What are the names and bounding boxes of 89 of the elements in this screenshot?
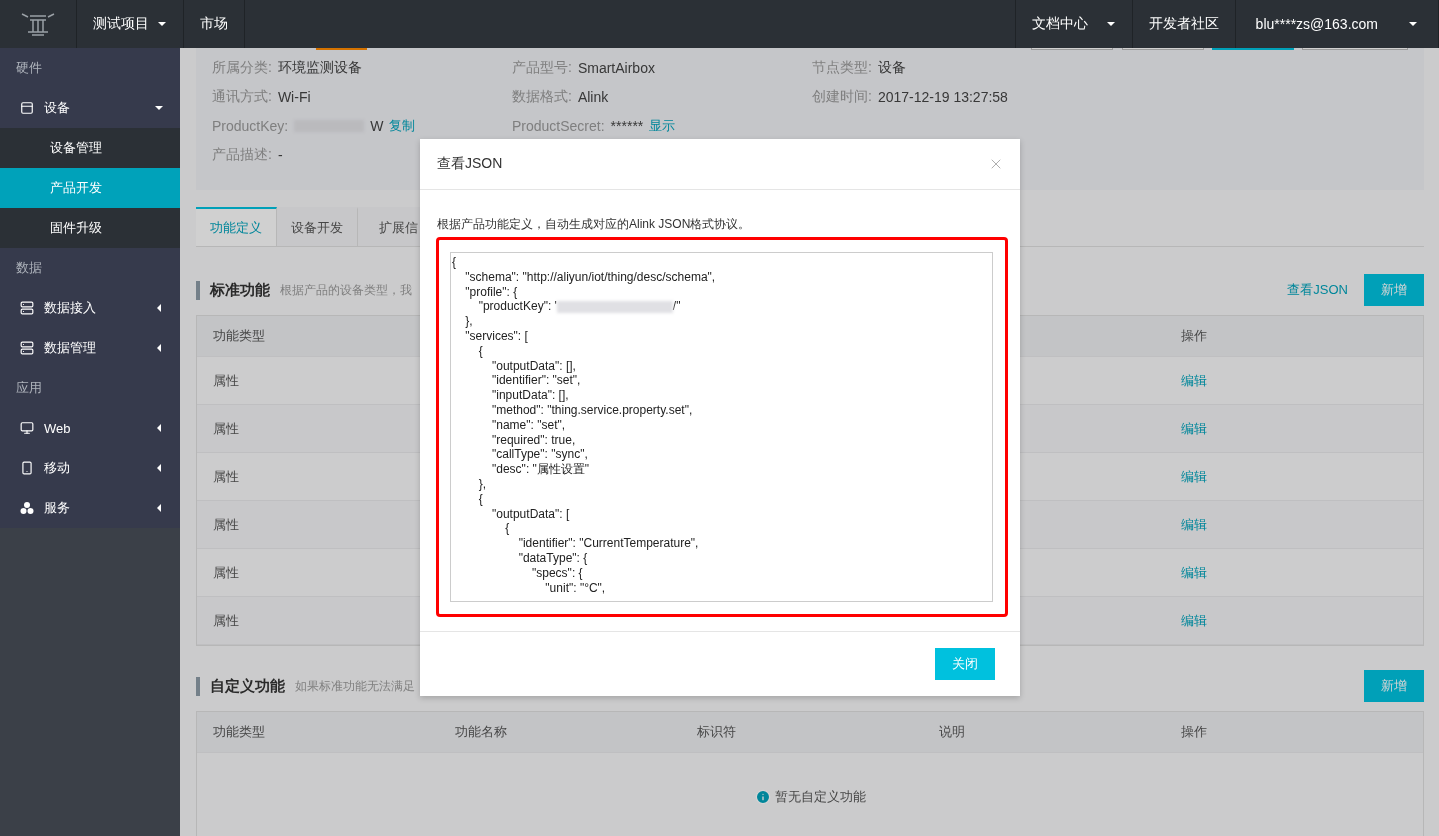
section-hint: 如果标准功能无法满足 — [295, 677, 415, 695]
sidebar-item[interactable]: 数据管理 — [0, 328, 180, 368]
sidebar-section-title: 应用 — [0, 368, 180, 408]
column-header: 说明 — [939, 723, 966, 741]
code-line: { — [477, 343, 483, 359]
table-cell-text: 属性 — [213, 419, 240, 438]
sidebar-item-label: 数据管理 — [44, 339, 96, 357]
info-value: SmartAirbox — [577, 59, 655, 76]
code-line: "outputData": [ — [491, 506, 570, 522]
table-cell-text: 属性 — [213, 371, 240, 390]
column-header: 功能类型 — [213, 327, 266, 345]
code-line: "desc": "属性设置" — [491, 462, 590, 477]
info-icon — [754, 789, 771, 805]
sidebar-item-label: 服务 — [44, 499, 70, 517]
code-line: "callType": "sync", — [491, 447, 588, 463]
sidebar-item-label: Web — [44, 420, 71, 436]
code-line: { — [504, 521, 510, 537]
column-header: 操作 — [1181, 327, 1208, 345]
code-line: }, — [477, 476, 486, 492]
code-line: "profile": { — [464, 284, 518, 300]
info-label: 创建时间: — [812, 87, 872, 106]
code-line: "productKey": ' — [477, 299, 557, 315]
info-label: 数据格式: — [512, 87, 572, 106]
code-line: "schema": "http://aliyun/iot/thing/desc/schema", — [464, 269, 716, 285]
info-value: 设备 — [877, 58, 906, 77]
logo-icon[interactable] — [20, 10, 56, 38]
code-line: "inputData": [], — [491, 388, 569, 403]
sidebar-item[interactable]: Web — [0, 408, 180, 448]
code-line: }, — [464, 314, 473, 329]
code-line: { — [477, 491, 483, 507]
dialog-description: 根据产品功能定义，自动生成对应的Alink JSON格式协议。 — [437, 216, 752, 233]
info-value: Alink — [577, 88, 609, 105]
sidebar-subitem[interactable]: 固件升级 — [0, 208, 180, 248]
section-hint: 根据产品的设备类型，我 — [280, 281, 412, 299]
info-label: 所属分类: — [212, 58, 272, 77]
code-line: "unit": "°C", — [544, 580, 606, 596]
code-line: "method": "thing.service.property.set", — [491, 402, 693, 418]
info-label: ProductKey: — [212, 117, 289, 134]
info-label: 产品型号: — [512, 58, 572, 77]
info-label: 产品描述: — [212, 145, 272, 164]
dialog-title: 查看JSON — [437, 155, 503, 173]
sidebar-subitem[interactable]: 产品开发 — [0, 168, 180, 208]
code-line: "services": [ — [464, 329, 528, 344]
info-label: 节点类型: — [812, 58, 872, 77]
info-label: 通讯方式: — [212, 87, 272, 106]
monitor-icon — [20, 421, 34, 435]
table-cell-text: 属性 — [213, 563, 240, 582]
code-line: "identifier": "CurrentTemperature", — [517, 536, 699, 551]
code-line: "specs": { — [531, 565, 583, 581]
code-line: "required": true, — [491, 432, 576, 448]
code-line: "outputData": [], — [491, 358, 576, 374]
code-line: "dataType": { — [517, 550, 588, 566]
sidebar-item-label: 移动 — [44, 459, 70, 477]
column-header: 操作 — [1181, 723, 1208, 741]
window-icon — [20, 101, 34, 115]
table-cell-text: 属性 — [213, 611, 240, 630]
section-title: 自定义功能 — [196, 676, 285, 696]
server-icon — [20, 301, 34, 315]
sidebar-item-label: 数据接入 — [44, 299, 96, 317]
code-line: { — [452, 255, 456, 270]
column-header: 标识符 — [697, 723, 737, 741]
sidebar-item-label: 设备 — [44, 99, 70, 117]
tab[interactable]: 设备开发 — [277, 207, 358, 246]
server-icon — [20, 341, 34, 355]
column-header: 功能名称 — [455, 723, 508, 741]
info-value: W — [370, 117, 384, 134]
code-line: "identifier": "set", — [491, 373, 581, 389]
info-value: 环境监测设备 — [277, 58, 362, 77]
code-line: "name": "set", — [491, 417, 566, 433]
table-cell-text: 属性 — [213, 515, 240, 534]
info-value: ****** — [610, 117, 644, 134]
sidebar-item[interactable]: 设备 — [0, 88, 180, 128]
sidebar-subitem[interactable]: 设备管理 — [0, 128, 180, 168]
empty-message: 暂无自定义功能 — [774, 788, 866, 806]
info-value: 2017-12-19 13:27:58 — [877, 88, 1008, 105]
info-label: ProductSecret: — [512, 117, 605, 134]
sidebar-item[interactable]: 移动 — [0, 448, 180, 488]
sidebar-item[interactable]: 数据接入 — [0, 288, 180, 328]
code-line: /" — [672, 299, 681, 315]
sidebar-section-title: 硬件 — [0, 48, 180, 88]
table-cell-text: 属性 — [213, 467, 240, 486]
sidebar-item[interactable]: 服务 — [0, 488, 180, 528]
phone-icon — [20, 461, 34, 475]
cluster-icon — [20, 501, 34, 515]
column-header: 功能类型 — [213, 723, 266, 741]
info-value: - — [277, 146, 283, 163]
sidebar-section-title: 数据 — [0, 248, 180, 288]
section-title: 标准功能 — [196, 280, 270, 300]
info-value: Wi-Fi — [277, 88, 311, 105]
